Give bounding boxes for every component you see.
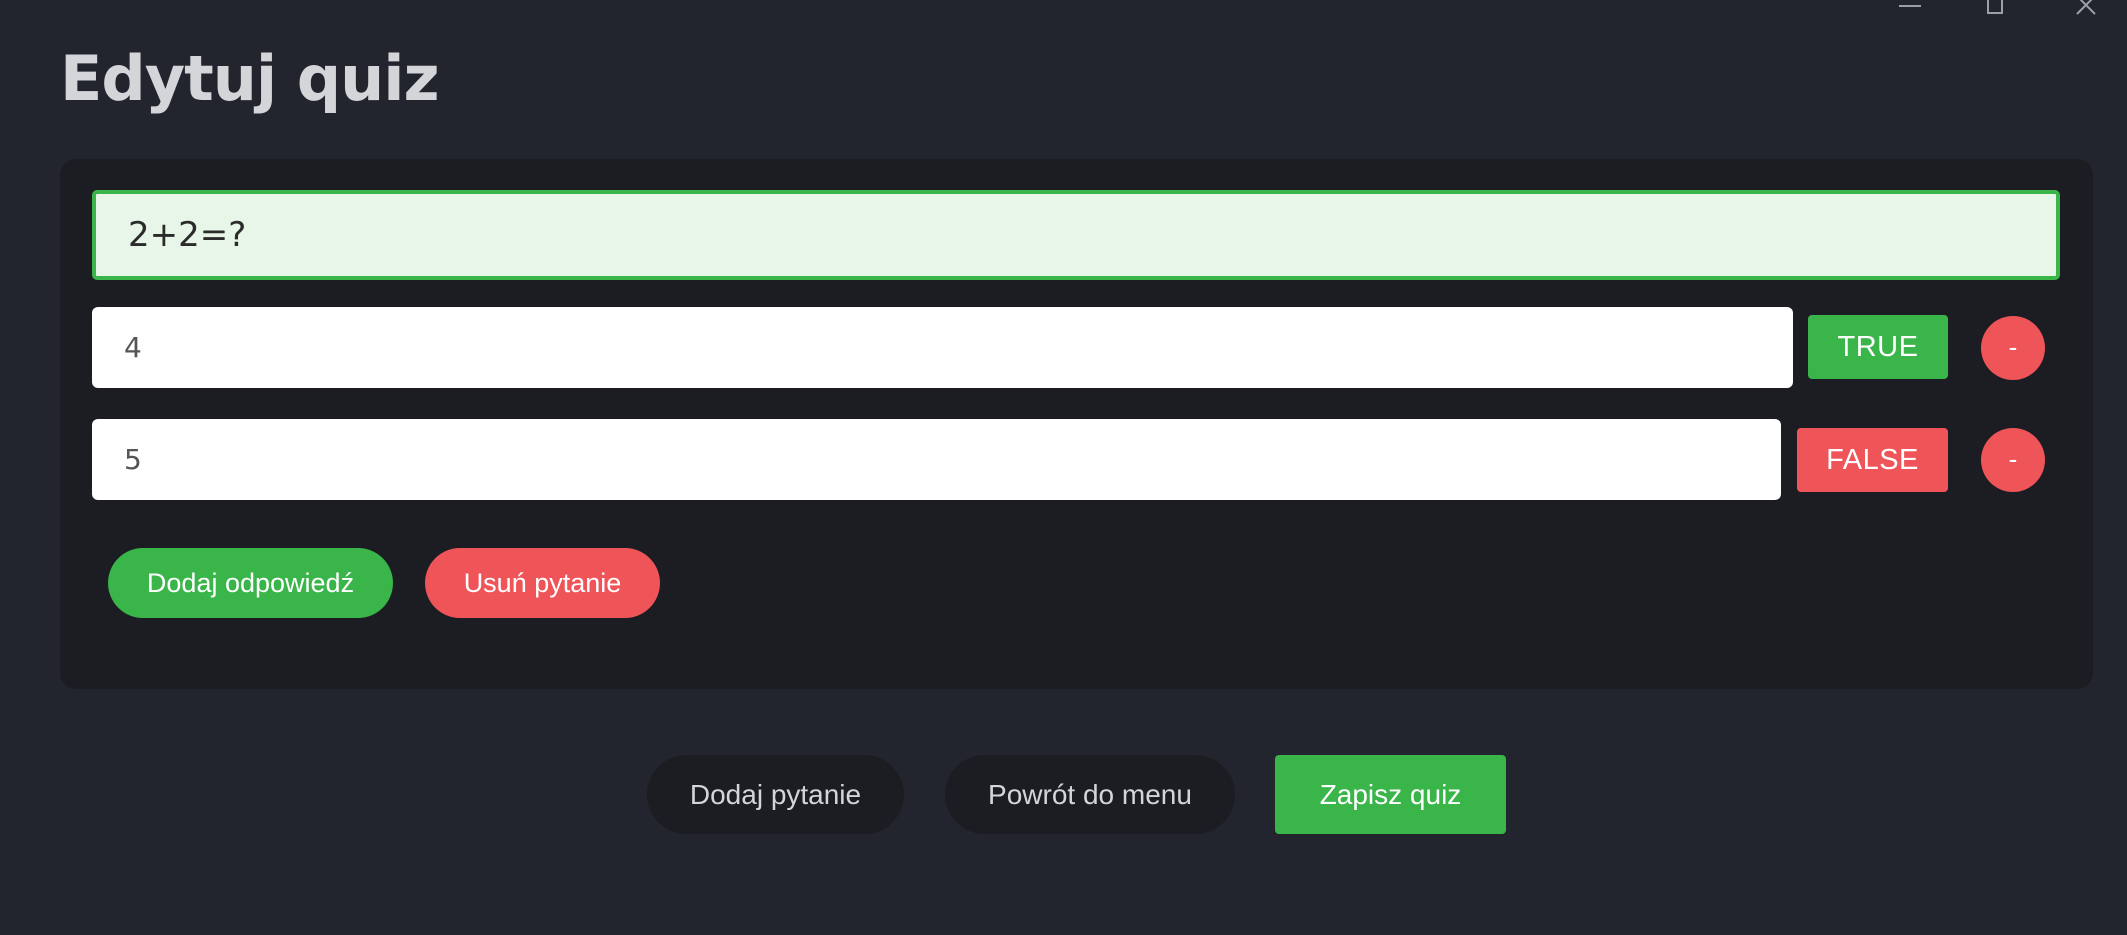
correct-toggle-button[interactable]: TRUE	[1808, 315, 1948, 379]
add-question-button[interactable]: Dodaj pytanie	[647, 755, 904, 834]
page-title: Edytuj quiz	[60, 42, 440, 115]
save-quiz-button[interactable]: Zapisz quiz	[1275, 755, 1506, 834]
remove-answer-button[interactable]: -	[1981, 316, 2045, 380]
correct-toggle-button[interactable]: FALSE	[1797, 428, 1948, 492]
close-icon[interactable]	[2039, 0, 2127, 15]
add-answer-button[interactable]: Dodaj odpowiedź	[108, 548, 393, 618]
remove-answer-button[interactable]: -	[1981, 428, 2045, 492]
back-to-menu-button[interactable]: Powrót do menu	[945, 755, 1235, 834]
answer-input[interactable]: 4	[92, 307, 1793, 388]
window-controls	[1863, 0, 2127, 15]
answer-input[interactable]: 5	[92, 419, 1781, 500]
question-card: 2+2=? 4 TRUE - 5 FALSE - Dodaj odpowiedź…	[60, 159, 2093, 689]
minimize-icon[interactable]	[1863, 0, 1951, 14]
maximize-icon[interactable]	[1951, 0, 2039, 14]
app-window: Edytuj quiz 2+2=? 4 TRUE - 5 FALSE - Dod…	[0, 0, 2127, 935]
question-input[interactable]: 2+2=?	[92, 190, 2060, 280]
delete-question-button[interactable]: Usuń pytanie	[425, 548, 660, 618]
